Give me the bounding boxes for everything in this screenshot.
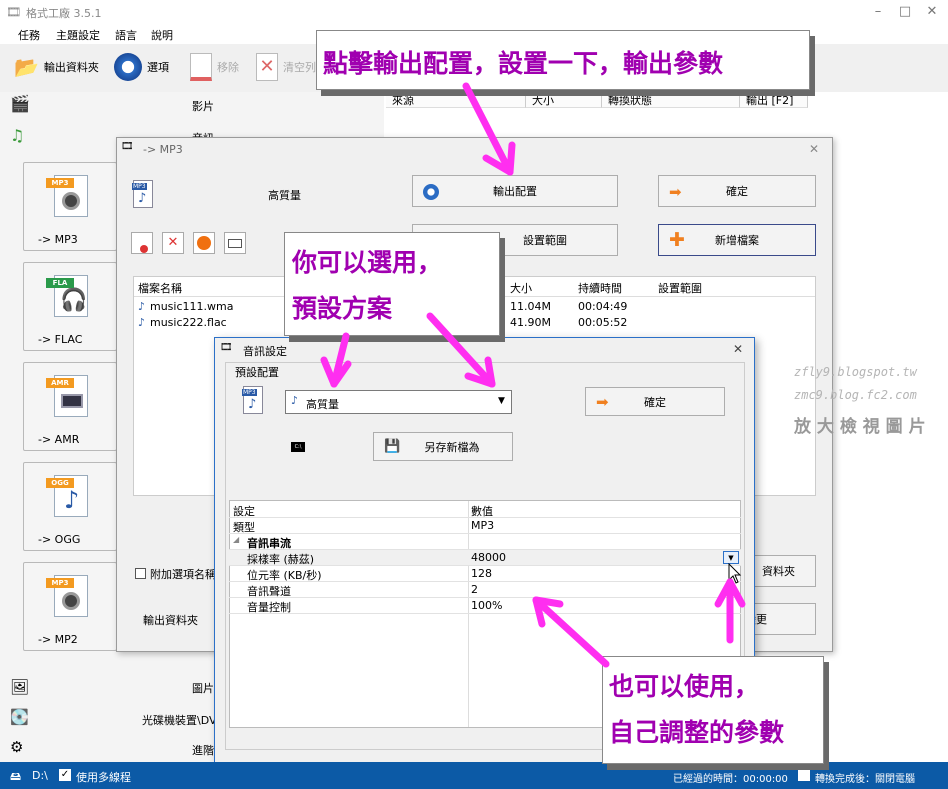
- arrow-to-preset-icon: [320, 332, 352, 388]
- annotation-arrows: [320, 82, 746, 668]
- arrow-to-preset-dropdown: [426, 312, 496, 388]
- arrow-to-output-config: [462, 82, 516, 176]
- arrow-to-grid-values: [532, 596, 610, 668]
- arrow-to-dropdown-button: [714, 578, 746, 644]
